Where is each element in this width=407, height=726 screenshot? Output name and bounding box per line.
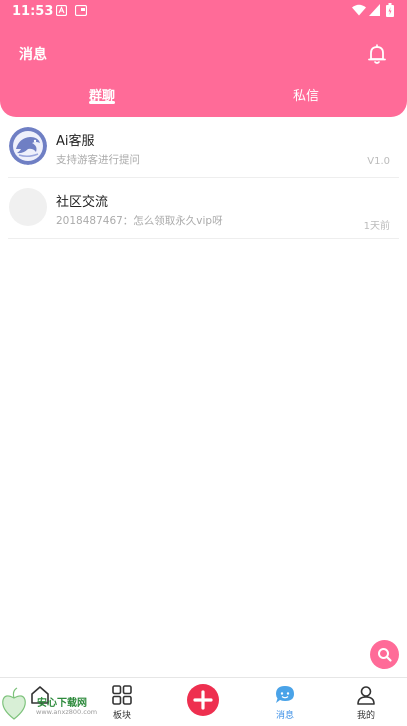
active-tab-indicator xyxy=(89,101,115,104)
create-post-button[interactable] xyxy=(187,684,219,716)
chat-name: Ai客服 xyxy=(56,134,95,149)
chat-timestamp: 1天前 xyxy=(363,221,390,232)
bell-icon[interactable] xyxy=(366,43,388,65)
search-icon xyxy=(378,648,392,662)
nav-label: 我的 xyxy=(356,711,375,721)
battery-icon xyxy=(386,3,394,17)
chat-preview: 2018487467：怎么领取永久vip呀 xyxy=(56,215,223,227)
nav-label: 消息 xyxy=(275,711,294,721)
nav-messages[interactable]: 消息 xyxy=(255,678,315,726)
chat-version: V1.0 xyxy=(367,156,390,167)
tab-private-message[interactable]: 私信 xyxy=(293,85,319,104)
dolphin-avatar-icon xyxy=(9,127,47,165)
chat-item-ai-service[interactable]: Ai客服 支持游客进行提问 V1.0 xyxy=(0,118,407,178)
grid-icon xyxy=(112,685,132,705)
signal-icon xyxy=(369,4,380,16)
chat-item-community[interactable]: 社区交流 2018487467：怎么领取永久vip呀 1天前 xyxy=(0,179,407,239)
chat-name: 社区交流 xyxy=(56,195,109,210)
person-icon xyxy=(357,686,375,705)
floating-search-button[interactable] xyxy=(370,640,399,669)
divider xyxy=(8,238,399,239)
status-bar: 11:53 xyxy=(0,0,407,24)
page-title: 消息 xyxy=(19,47,47,63)
plus-icon xyxy=(193,690,213,710)
divider xyxy=(8,177,399,178)
chat-preview: 支持游客进行提问 xyxy=(56,154,140,166)
blank-avatar xyxy=(9,188,47,226)
watermark-url: www.anxz800.com xyxy=(36,708,98,716)
notification-a-icon xyxy=(56,5,67,16)
watermark-text: 安心下载网 xyxy=(37,698,87,709)
nav-mine[interactable]: 我的 xyxy=(336,678,396,726)
status-time: 11:53 xyxy=(12,4,54,19)
app-header: 11:53 消息 群聊 私信 xyxy=(0,0,407,117)
screen-icon xyxy=(75,5,87,16)
wifi-icon xyxy=(352,4,366,16)
chat-bubble-icon xyxy=(276,686,294,703)
